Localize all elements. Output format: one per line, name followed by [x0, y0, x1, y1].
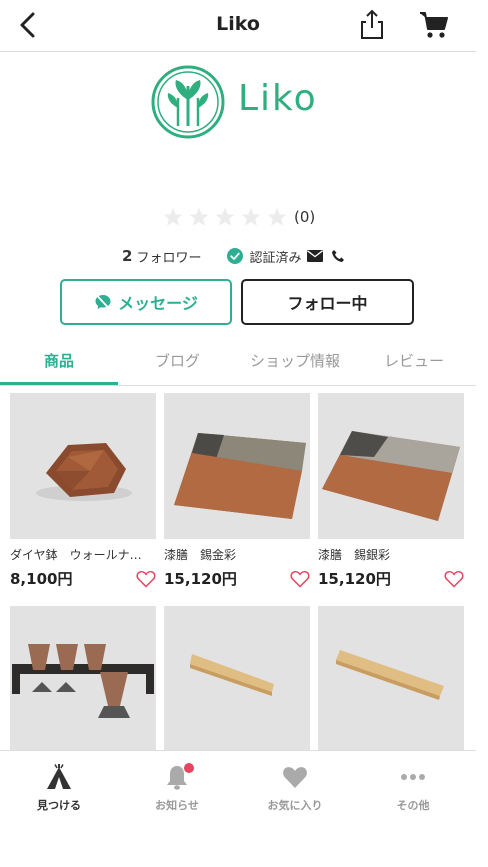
- follower-label[interactable]: フォロワー: [136, 247, 201, 266]
- product-image[interactable]: [164, 606, 310, 752]
- star-icon: [267, 207, 287, 226]
- shop-info-row: 2 フォロワー 認証済み: [122, 244, 345, 268]
- nav-more[interactable]: その他: [368, 763, 458, 813]
- nav-label: 見つける: [37, 799, 81, 812]
- product-price: 8,100円: [10, 570, 73, 588]
- star-icon: [189, 207, 209, 226]
- tab-products[interactable]: 商品: [44, 350, 74, 371]
- phone-icon: [332, 250, 345, 262]
- product-image[interactable]: [10, 606, 156, 752]
- check-circle-icon: [227, 248, 244, 264]
- follower-count[interactable]: 2: [122, 247, 132, 265]
- wooden-board-image: [164, 606, 310, 752]
- rating-count: (0): [294, 208, 316, 226]
- product-card[interactable]: [10, 606, 156, 752]
- active-tab-indicator: [0, 382, 118, 385]
- tab-shop-info[interactable]: ショップ情報: [250, 350, 340, 371]
- cart-icon: [420, 12, 448, 38]
- favorite-heart-icon[interactable]: [290, 570, 310, 588]
- tab-blog[interactable]: ブログ: [155, 350, 200, 371]
- follow-button-label: フォロー中: [287, 294, 368, 313]
- favorite-heart-icon[interactable]: [444, 570, 464, 588]
- message-off-icon: [95, 294, 111, 310]
- nav-discover[interactable]: 見つける: [14, 763, 104, 813]
- nav-label: その他: [396, 799, 430, 812]
- nav-label: お知らせ: [155, 799, 199, 812]
- message-button[interactable]: メッセージ: [60, 279, 232, 325]
- message-button-label: メッセージ: [118, 294, 198, 313]
- logo-text: Liko: [238, 78, 318, 119]
- product-image[interactable]: [318, 393, 464, 539]
- product-name: ダイヤ鉢 ウォールナ…: [10, 548, 142, 562]
- product-card[interactable]: 漆膳 錫金彩 15,120円: [164, 393, 310, 589]
- share-icon: [361, 9, 383, 39]
- star-icon: [215, 207, 235, 226]
- product-price: 15,120円: [164, 570, 237, 588]
- product-card[interactable]: 漆膳 錫銀彩 15,120円: [318, 393, 464, 589]
- shop-rating: (0): [162, 205, 315, 229]
- tab-reviews[interactable]: レビュー: [384, 350, 444, 371]
- heart-icon: [283, 767, 307, 788]
- mail-icon: [307, 250, 324, 262]
- bottom-nav: 見つける お知らせ お気に入り その他: [0, 750, 476, 867]
- shop-tabs: 商品 ブログ ショップ情報 レビュー: [0, 338, 476, 386]
- star-icon: [163, 207, 183, 226]
- nav-label: お気に入り: [267, 799, 323, 812]
- follow-button[interactable]: フォロー中: [241, 279, 414, 325]
- app-header: Liko: [0, 0, 476, 52]
- verified-label: 認証済み: [249, 250, 302, 266]
- product-image[interactable]: [318, 606, 464, 752]
- star-icon: [241, 207, 261, 226]
- product-name: 漆膳 錫銀彩: [318, 548, 391, 562]
- more-dots-icon: [401, 774, 425, 780]
- lacquer-tray-silver-image: [318, 393, 464, 539]
- share-button[interactable]: [358, 8, 386, 40]
- cart-button[interactable]: [418, 10, 450, 40]
- wooden-board-image: [318, 606, 464, 752]
- walnut-bowl-image: [10, 393, 156, 539]
- tent-icon: [47, 764, 71, 789]
- favorite-heart-icon[interactable]: [136, 570, 156, 588]
- notification-dot: [184, 763, 194, 773]
- product-card[interactable]: [318, 606, 464, 752]
- product-price: 15,120円: [318, 570, 391, 588]
- page-title: Liko: [216, 13, 260, 35]
- product-card[interactable]: [164, 606, 310, 752]
- nav-notifications[interactable]: お知らせ: [132, 763, 222, 813]
- nav-favorites[interactable]: お気に入り: [250, 763, 340, 813]
- lacquer-tray-gold-image: [164, 393, 310, 539]
- product-name: 漆膳 錫金彩: [164, 548, 237, 562]
- leaf-logo-icon: [151, 65, 225, 139]
- sake-cups-image: [10, 606, 156, 752]
- product-image[interactable]: [164, 393, 310, 539]
- product-image[interactable]: [10, 393, 156, 539]
- product-card[interactable]: ダイヤ鉢 ウォールナ… 8,100円: [10, 393, 156, 589]
- shop-logo: Liko: [150, 64, 340, 140]
